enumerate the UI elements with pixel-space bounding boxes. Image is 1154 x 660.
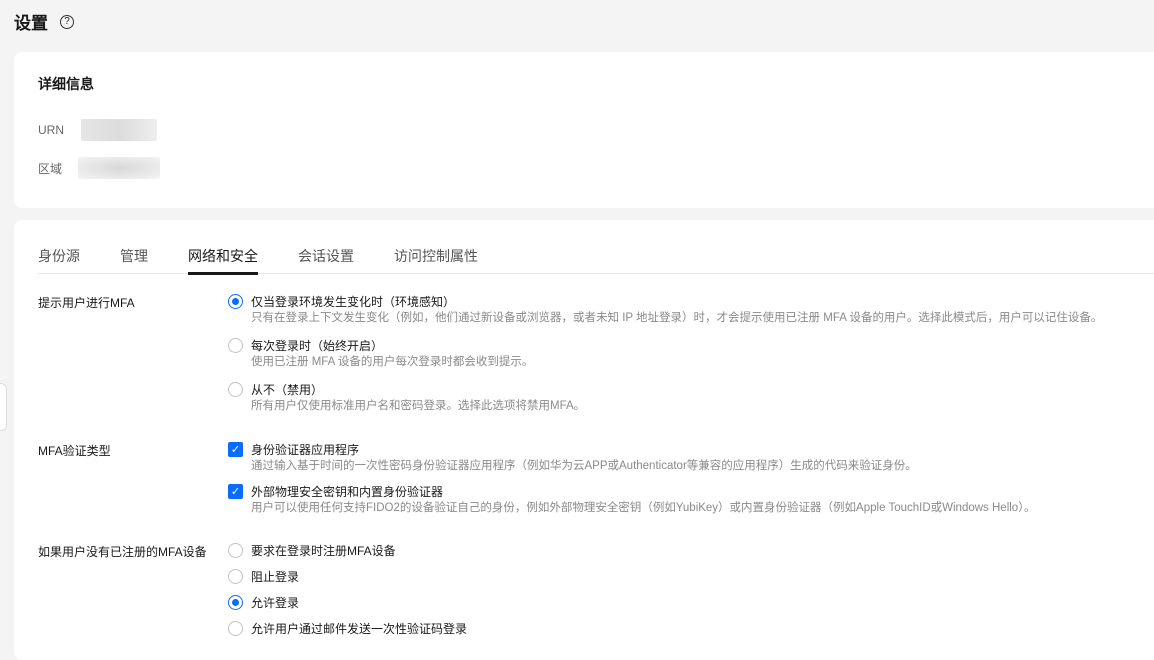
tab-network-security[interactable]: 网络和安全 <box>188 246 258 275</box>
option-desc: 只有在登录上下文发生变化（例如，他们通过新设备或浏览器，或者未知 IP 地址登录… <box>251 312 1103 324</box>
no-mfa-option-block[interactable]: 阻止登录 <box>228 567 299 585</box>
radio[interactable] <box>228 542 243 558</box>
mfa-prompt-label: 提示用户进行MFA <box>38 296 135 310</box>
tab-bar: 身份源 管理 网络和安全 会话设置 访问控制属性 <box>38 246 1154 275</box>
page-title: 设置? <box>14 9 74 34</box>
tab-identity-source[interactable]: 身份源 <box>38 246 80 274</box>
tab-management[interactable]: 管理 <box>120 246 148 274</box>
radio[interactable] <box>228 620 243 636</box>
urn-row: URN <box>38 119 157 141</box>
option-desc: 通过输入基于时间的一次性密码身份验证器应用程序（例如华为云APP或Authent… <box>251 460 917 472</box>
mfa-type-label: MFA验证类型 <box>38 444 111 458</box>
option-desc: 使用已注册 MFA 设备的用户每次登录时都会收到提示。 <box>251 356 534 368</box>
no-mfa-device-label: 如果用户没有已注册的MFA设备 <box>38 545 207 559</box>
option-title: 要求在登录时注册MFA设备 <box>251 543 396 558</box>
urn-label: URN <box>38 123 64 137</box>
option-desc: 用户可以使用任何支持FIDO2的设备验证自己的身份，例如外部物理安全密钥（例如Y… <box>251 502 1036 514</box>
mfa-prompt-option-context[interactable]: 仅当登录环境发生变化时（环境感知） 只有在登录上下文发生变化（例如，他们通过新设备… <box>228 292 1102 326</box>
details-heading: 详细信息 <box>38 76 94 92</box>
mfa-type-security-key[interactable]: ✓ 外部物理安全密钥和内置身份验证器用户可以使用任何支持FIDO2的设备验证自己的… <box>228 482 1035 516</box>
radio[interactable] <box>228 381 243 397</box>
radio[interactable] <box>228 337 243 353</box>
option-title: 外部物理安全密钥和内置身份验证器 <box>251 484 444 499</box>
region-row: 区域 <box>38 157 160 179</box>
option-title: 身份验证器应用程序 <box>251 442 360 457</box>
option-title: 从不（禁用） <box>251 382 324 397</box>
help-icon[interactable]: ? <box>60 14 74 29</box>
settings-card: 身份源 管理 网络和安全 会话设置 访问控制属性 提示用户进行MFA 仅当登录环… <box>14 220 1154 660</box>
mfa-prompt-option-never[interactable]: 从不（禁用） 所有用户仅使用标准用户名和密码登录。选择此选项将禁用MFA。 <box>228 380 585 414</box>
no-mfa-option-require-register[interactable]: 要求在登录时注册MFA设备 <box>228 541 396 559</box>
page-title-text: 设置 <box>14 14 48 33</box>
radio[interactable] <box>228 568 243 584</box>
option-title: 仅当登录环境发生变化时（环境感知） <box>251 294 456 309</box>
option-desc: 所有用户仅使用标准用户名和密码登录。选择此选项将禁用MFA。 <box>251 400 586 412</box>
mfa-prompt-option-always[interactable]: 每次登录时（始终开启） 使用已注册 MFA 设备的用户每次登录时都会收到提示。 <box>228 336 533 370</box>
option-title: 每次登录时（始终开启） <box>251 338 384 353</box>
radio-selected[interactable] <box>228 293 243 309</box>
tab-access-control-attributes[interactable]: 访问控制属性 <box>394 246 478 274</box>
radio-selected[interactable] <box>228 594 243 610</box>
checkbox-checked[interactable]: ✓ <box>228 441 243 457</box>
details-card: 详细信息 URN 区域 <box>14 52 1154 208</box>
mfa-type-authenticator-app[interactable]: ✓ 身份验证器应用程序通过输入基于时间的一次性密码身份验证器应用程序（例如华为云A… <box>228 440 917 474</box>
urn-value-redacted <box>81 119 157 141</box>
checkbox-checked[interactable]: ✓ <box>228 483 243 499</box>
region-label: 区域 <box>38 161 63 176</box>
option-title: 阻止登录 <box>251 569 300 584</box>
tab-session-settings[interactable]: 会话设置 <box>298 246 354 274</box>
sidebar-collapse-handle[interactable] <box>0 383 7 431</box>
option-title: 允许登录 <box>251 595 300 610</box>
no-mfa-option-allow[interactable]: 允许登录 <box>228 593 299 611</box>
option-title: 允许用户通过邮件发送一次性验证码登录 <box>251 621 468 636</box>
region-value-redacted <box>78 157 160 179</box>
no-mfa-option-email-otp[interactable]: 允许用户通过邮件发送一次性验证码登录 <box>228 619 467 637</box>
